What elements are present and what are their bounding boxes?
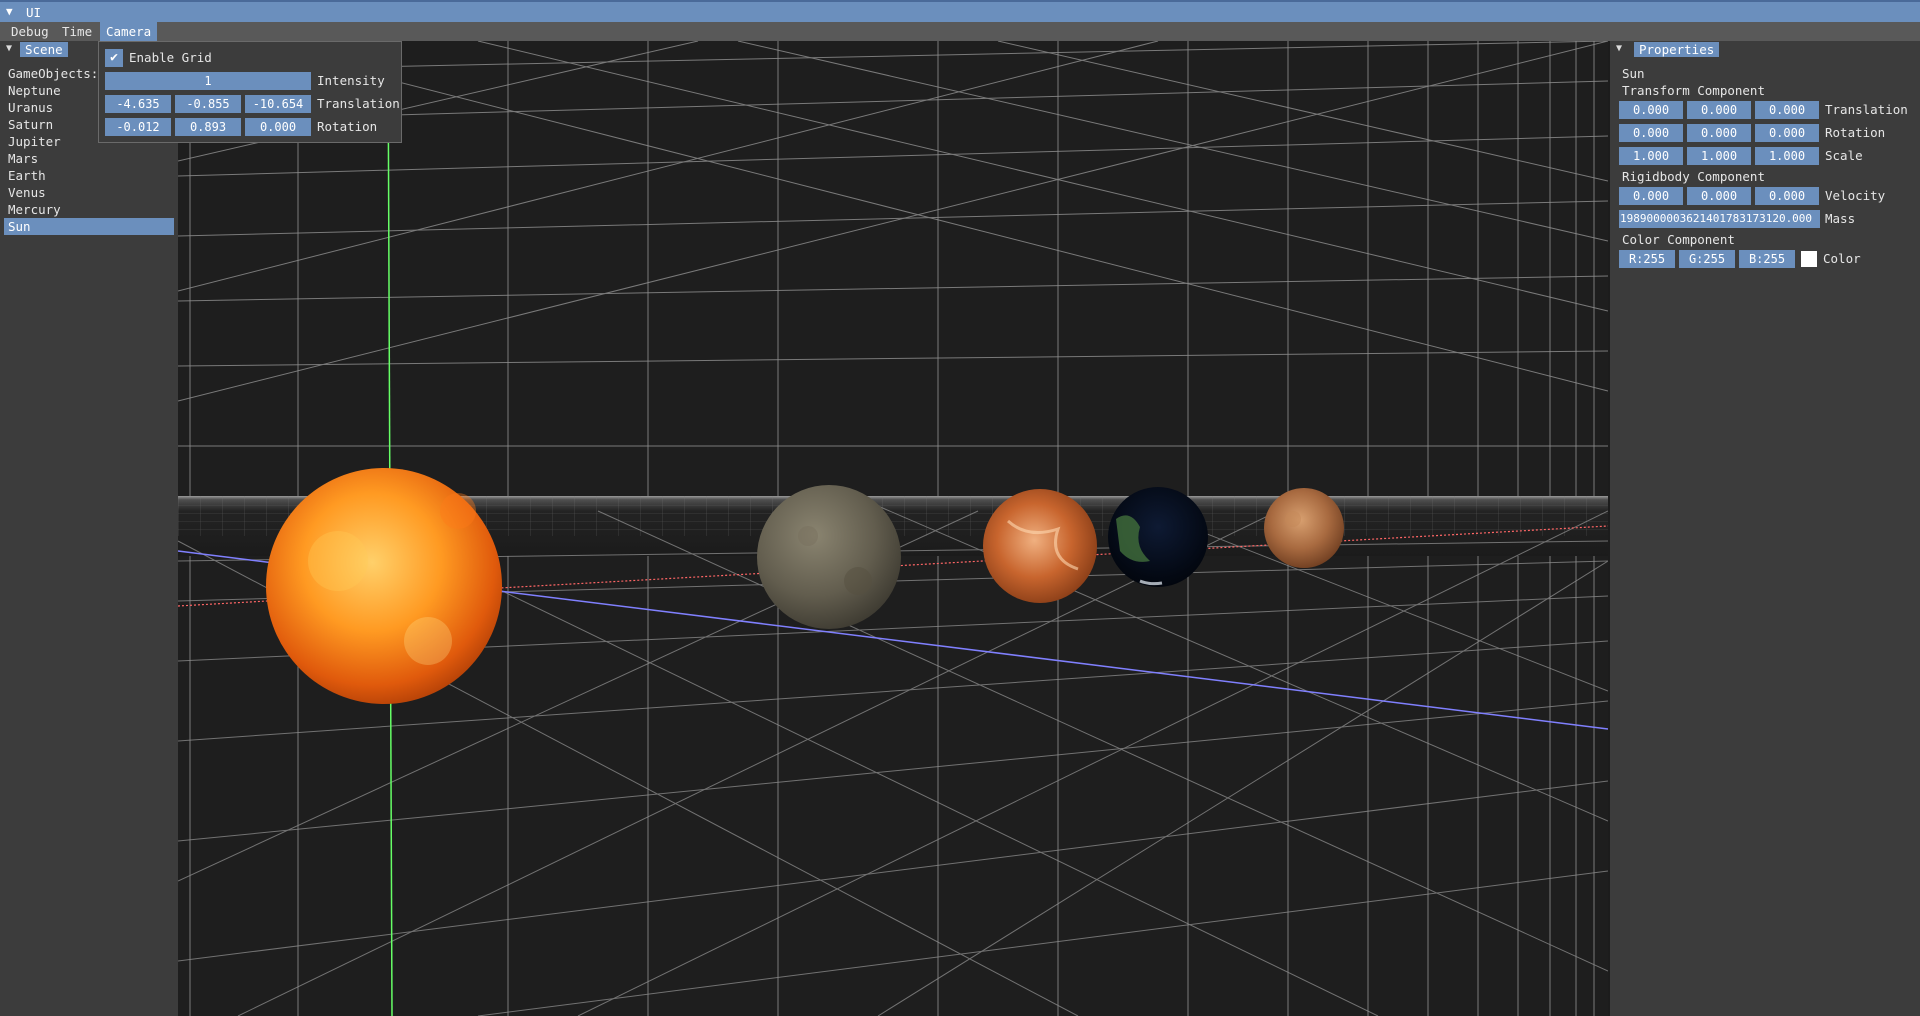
color-row: R:255 G:255 B:255 Color (1619, 250, 1915, 268)
translation-label: Translation (1825, 102, 1908, 117)
properties-tab[interactable]: Properties (1634, 42, 1720, 57)
intensity-slider[interactable]: 1 (105, 72, 311, 90)
window-title: UI (26, 5, 42, 20)
transform-heading: Transform Component (1622, 83, 1765, 98)
camera-translation-row: -4.635 -0.855 -10.654 Translation (105, 95, 401, 113)
camera-rotation-row: -0.012 0.893 0.000 Rotation (105, 118, 401, 136)
window-titlebar[interactable]: ▼ UI (0, 0, 1920, 22)
velocity-x[interactable]: 0.000 (1619, 187, 1683, 205)
list-item[interactable]: Earth (4, 167, 174, 184)
camera-translation-x[interactable]: -4.635 (105, 95, 171, 113)
collapse-triangle-icon[interactable]: ▼ (1616, 43, 1622, 54)
camera-translation-label: Translation (317, 96, 400, 111)
color-swatch[interactable] (1801, 251, 1817, 267)
color-g-field[interactable]: G:255 (1679, 250, 1735, 268)
rigidbody-heading: Rigidbody Component (1622, 169, 1765, 184)
velocity-row: 0.000 0.000 0.000 Velocity (1619, 187, 1915, 205)
scale-label: Scale (1825, 148, 1863, 163)
color-b-field[interactable]: B:255 (1739, 250, 1795, 268)
translation-x[interactable]: 0.000 (1619, 101, 1683, 119)
translation-y[interactable]: 0.000 (1687, 101, 1751, 119)
color-r-field[interactable]: R:255 (1619, 250, 1675, 268)
mass-label: Mass (1825, 211, 1856, 226)
rotation-row: 0.000 0.000 0.000 Rotation (1619, 124, 1915, 142)
earth-sphere (1108, 487, 1208, 587)
camera-rotation-z[interactable]: 0.000 (245, 118, 311, 136)
rotation-y[interactable]: 0.000 (1687, 124, 1751, 142)
velocity-y[interactable]: 0.000 (1687, 187, 1751, 205)
camera-menu-popup: ✔ Enable Grid 1 Intensity -4.635 -0.855 … (98, 41, 402, 143)
sun-sphere (266, 468, 502, 704)
scene-viewport[interactable] (178, 41, 1608, 1016)
camera-translation-z[interactable]: -10.654 (245, 95, 311, 113)
translation-row: 0.000 0.000 0.000 Translation (1619, 101, 1915, 119)
scale-z[interactable]: 1.000 (1755, 147, 1819, 165)
selected-object-name: Sun (1622, 66, 1645, 81)
menubar: Debug Time Camera (0, 22, 1920, 41)
venus-sphere (983, 489, 1097, 603)
mercury-sphere (757, 485, 901, 629)
mass-input[interactable]: 1989000003621401783173120.000 (1619, 210, 1820, 228)
menu-debug[interactable]: Debug (5, 22, 55, 41)
scale-row: 1.000 1.000 1.000 Scale (1619, 147, 1915, 165)
translation-z[interactable]: 0.000 (1755, 101, 1819, 119)
scale-y[interactable]: 1.000 (1687, 147, 1751, 165)
scene-panel: ▼ Scene GameObjects: Neptune Uranus Satu… (0, 41, 178, 1016)
properties-panel: ▼ Properties Sun Transform Component 0.0… (1610, 41, 1920, 1016)
enable-grid-checkbox[interactable]: ✔ (105, 49, 123, 67)
camera-rotation-y[interactable]: 0.893 (175, 118, 241, 136)
color-heading: Color Component (1622, 232, 1735, 247)
scale-x[interactable]: 1.000 (1619, 147, 1683, 165)
rotation-z[interactable]: 0.000 (1755, 124, 1819, 142)
list-item-selected[interactable]: Sun (4, 218, 174, 235)
checkmark-icon: ✔ (110, 50, 118, 65)
camera-rotation-x[interactable]: -0.012 (105, 118, 171, 136)
menu-time[interactable]: Time (56, 22, 98, 41)
list-item[interactable]: Venus (4, 184, 174, 201)
rotation-x[interactable]: 0.000 (1619, 124, 1683, 142)
velocity-label: Velocity (1825, 188, 1886, 203)
mass-row: 1989000003621401783173120.000 Mass (1619, 210, 1915, 228)
enable-grid-row: ✔ Enable Grid (105, 49, 395, 67)
camera-rotation-label: Rotation (317, 119, 378, 134)
camera-translation-y[interactable]: -0.855 (175, 95, 241, 113)
color-label: Color (1823, 251, 1861, 266)
mars-sphere (1264, 488, 1344, 568)
scene-tab[interactable]: Scene (20, 42, 68, 57)
viewport-render (178, 41, 1608, 1016)
intensity-row: 1 Intensity (105, 72, 395, 90)
velocity-z[interactable]: 0.000 (1755, 187, 1819, 205)
enable-grid-label: Enable Grid (129, 50, 212, 65)
list-item[interactable]: Mercury (4, 201, 174, 218)
collapse-triangle-icon[interactable]: ▼ (6, 43, 12, 54)
list-item[interactable]: Mars (4, 150, 174, 167)
rotation-label: Rotation (1825, 125, 1886, 140)
intensity-label: Intensity (317, 73, 385, 88)
collapse-triangle-icon[interactable]: ▼ (6, 5, 13, 18)
menu-camera[interactable]: Camera (100, 22, 158, 41)
